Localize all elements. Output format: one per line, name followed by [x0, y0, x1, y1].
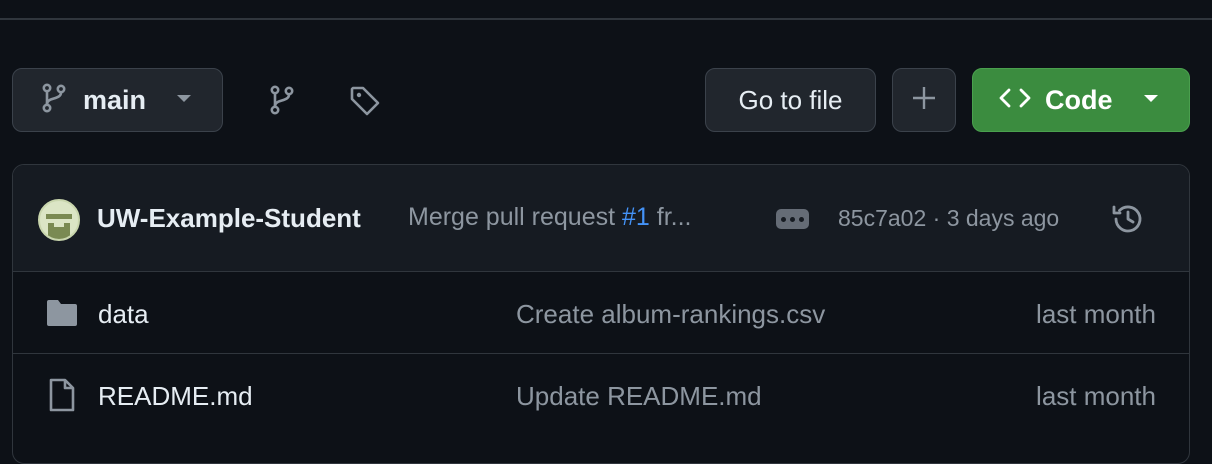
commit-message-suffix: fr... [649, 203, 692, 231]
commit-message-prefix: Merge pull request [408, 203, 623, 231]
latest-commit-bar: UW-Example-Student Merge pull request #1… [13, 165, 1189, 272]
go-to-file-button[interactable]: Go to file [705, 68, 876, 132]
commit-author-link[interactable]: UW-Example-Student [97, 203, 361, 234]
code-icon [999, 87, 1031, 114]
branches-icon[interactable] [262, 80, 302, 120]
branch-selector-button[interactable]: main [12, 68, 223, 132]
chevron-down-icon [176, 91, 192, 109]
pull-request-link[interactable]: #1 [622, 203, 650, 231]
table-row: data Create album-rankings.csv last mont… [13, 272, 1189, 354]
chevron-down-icon [1143, 91, 1159, 109]
folder-icon [45, 296, 79, 330]
header-divider [0, 18, 1212, 20]
file-commit-message-link[interactable]: Update README.md [516, 381, 762, 412]
file-listing: UW-Example-Student Merge pull request #1… [12, 164, 1190, 464]
commit-message[interactable]: Merge pull request #1 fr... [408, 203, 692, 232]
add-file-button[interactable] [892, 68, 956, 132]
commit-sha-and-time[interactable]: 85c7a02 · 3 days ago [838, 205, 1059, 232]
plus-icon [912, 86, 936, 115]
file-icon [45, 378, 79, 412]
branch-name: main [83, 84, 147, 115]
file-name-link[interactable]: data [98, 299, 149, 330]
file-commit-date: last month [1036, 299, 1156, 329]
code-button[interactable]: Code [972, 68, 1190, 132]
file-name-link[interactable]: README.md [98, 381, 253, 412]
file-commit-message-link[interactable]: Create album-rankings.csv [516, 299, 825, 330]
expand-commit-message-button[interactable] [776, 209, 809, 229]
table-row: README.md Update README.md last month [13, 354, 1189, 436]
avatar[interactable] [38, 199, 80, 241]
git-branch-icon [41, 82, 67, 118]
tag-icon[interactable] [344, 80, 386, 122]
history-icon[interactable] [1110, 201, 1146, 237]
file-commit-date: last month [1036, 381, 1156, 411]
code-button-label: Code [1045, 84, 1113, 115]
